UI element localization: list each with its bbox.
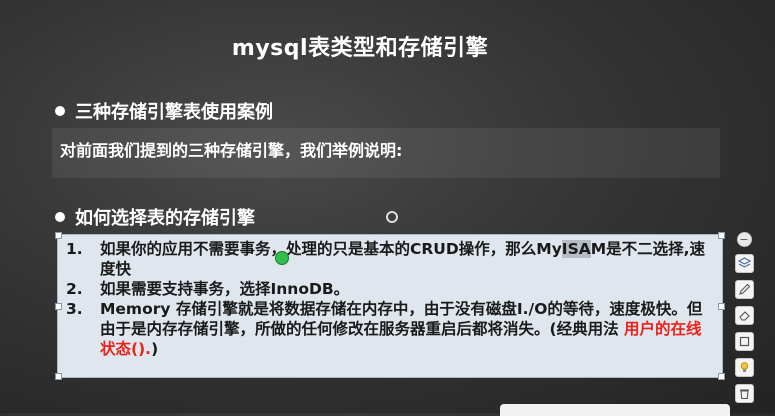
list-item: 3. Memory 存储引擎就是将数据存储在内存中，由于没有磁盘I./O的等待，…	[66, 299, 712, 359]
resize-handle[interactable]	[55, 232, 62, 239]
engine-selection-list[interactable]: 1. 如果你的应用不需要事务，处理的只是基本的CRUD操作，那么MyISAM是不…	[55, 232, 725, 380]
resize-handle[interactable]	[55, 303, 62, 310]
square-icon[interactable]	[734, 332, 754, 351]
resize-handle[interactable]	[55, 373, 62, 380]
list-item-text: 如果你的应用不需要事务，处理的只是基本的CRUD操作，那么MyISAM是不二选择…	[100, 239, 712, 279]
list-item-text-part: 如果你的应用不需要事务，处理的只是基本的CRUD操作，那么My	[100, 240, 562, 258]
resize-handle[interactable]	[718, 232, 725, 239]
description-text: 对前面我们提到的三种存储引擎，我们举例说明:	[60, 141, 403, 160]
section-heading-choose: 如何选择表的存储引擎	[55, 204, 255, 230]
list-item-number: 1.	[66, 240, 83, 258]
list-item-text-part: Memory 存储引擎就是将数据存储在内存中，由于没有磁盘I./O的等待，速度极…	[100, 300, 703, 338]
bulb-icon[interactable]	[734, 358, 754, 377]
list-item-number: 2.	[66, 280, 83, 298]
list-item: 2. 如果需要支持事务，选择InnoDB。	[66, 279, 712, 299]
highlighted-text: ISA	[561, 240, 591, 258]
resize-handle[interactable]	[718, 303, 725, 310]
bullet-icon	[55, 212, 65, 222]
list-item-text: Memory 存储引擎就是将数据存储在内存中，由于没有磁盘I./O的等待，速度极…	[100, 299, 712, 359]
bullet-icon	[55, 106, 65, 116]
list-item-number: 3.	[66, 300, 83, 318]
list-item: 1. 如果你的应用不需要事务，处理的只是基本的CRUD操作，那么MyISAM是不…	[66, 239, 712, 279]
laser-pointer-icon	[275, 251, 289, 265]
resize-handle[interactable]	[718, 373, 725, 380]
list-item-text-part: )	[151, 340, 159, 358]
list-item-text: 如果需要支持事务，选择InnoDB。	[100, 280, 350, 298]
layers-icon[interactable]	[734, 254, 754, 273]
annotation-toolbar: −	[733, 232, 755, 403]
cursor-icon	[386, 211, 398, 223]
pen-icon[interactable]	[734, 280, 754, 299]
minus-icon[interactable]: −	[736, 232, 752, 247]
slide-title: mysql表类型和存储引擎	[231, 36, 489, 61]
bottom-panel-tab	[500, 404, 730, 416]
section-heading-choose-label: 如何选择表的存储引擎	[75, 208, 255, 229]
section-heading-cases-label: 三种存储引擎表使用案例	[75, 102, 273, 123]
trash-icon[interactable]	[734, 384, 754, 403]
eraser-icon[interactable]	[734, 306, 754, 325]
section-heading-cases: 三种存储引擎表使用案例	[55, 98, 273, 124]
